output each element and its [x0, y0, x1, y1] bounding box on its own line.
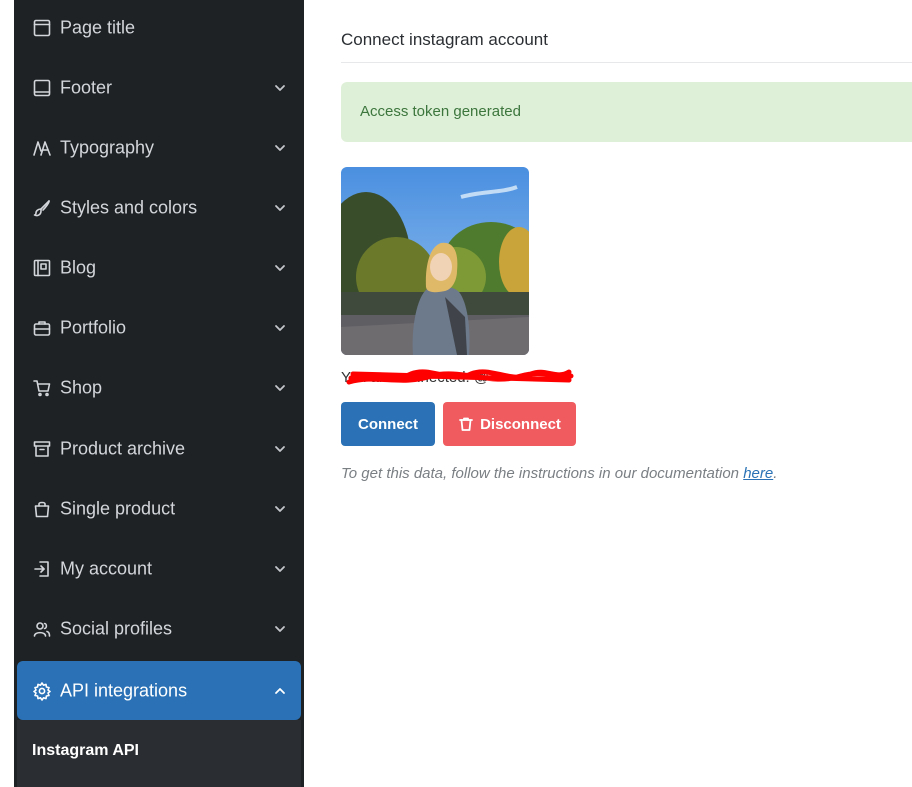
- instagram-profile-photo: [341, 167, 529, 355]
- sidebar-item-label: Product archive: [60, 438, 186, 459]
- sidebar-item-typography[interactable]: Typography: [17, 120, 301, 176]
- sidebar-item-label: Blog: [60, 257, 97, 278]
- sidebar-subitem-instagram-api[interactable]: Instagram API: [32, 742, 139, 760]
- main-content: Connect instagram account Access token g…: [341, 0, 912, 787]
- users-icon: [32, 619, 52, 639]
- chevron-up-icon: [273, 684, 287, 698]
- archive-icon: [32, 439, 52, 459]
- chevron-down-icon: [273, 442, 287, 456]
- chevron-down-icon: [273, 381, 287, 395]
- chevron-down-icon: [273, 261, 287, 275]
- chevron-down-icon: [273, 201, 287, 215]
- api-integrations-submenu: Instagram API: [17, 720, 301, 787]
- help-text-body: To get this data, follow the instruction…: [341, 465, 744, 482]
- sidebar-item-label: API integrations: [60, 680, 188, 700]
- sidebar-item-blog[interactable]: Blog: [17, 240, 301, 296]
- briefcase-icon: [32, 318, 52, 338]
- sidebar-item-label: Shop: [60, 377, 103, 398]
- chevron-down-icon: [273, 321, 287, 335]
- sidebar-item-label: Typography: [60, 137, 155, 158]
- sidebar-item-shop[interactable]: Shop: [17, 360, 301, 416]
- success-alert: Access token generated: [341, 82, 912, 142]
- chevron-down-icon: [273, 502, 287, 516]
- blog-icon: [32, 258, 52, 278]
- sidebar-item-label: Social profiles: [60, 618, 173, 639]
- connect-button[interactable]: Connect: [341, 402, 435, 446]
- chevron-down-icon: [273, 141, 287, 155]
- sidebar-item-label: My account: [60, 558, 153, 579]
- sidebar-item-label: Page title: [60, 17, 136, 38]
- sidebar-item-my-account[interactable]: My account: [17, 541, 301, 597]
- brush-icon: [32, 198, 52, 218]
- sidebar-item-label: Footer: [60, 77, 113, 98]
- disconnect-button[interactable]: Disconnect: [443, 402, 576, 446]
- sidebar: Page title Footer Typography Styles and …: [14, 0, 304, 787]
- cart-icon: [32, 378, 52, 398]
- sidebar-item-styles-and-colors[interactable]: Styles and colors: [17, 180, 301, 236]
- sidebar-item-page-title[interactable]: Page title: [17, 0, 301, 56]
- sidebar-item-portfolio[interactable]: Portfolio: [17, 300, 301, 356]
- sidebar-item-social-profiles[interactable]: Social profiles: [17, 601, 301, 657]
- sidebar-item-label: Portfolio: [60, 317, 127, 338]
- documentation-link[interactable]: here: [743, 465, 773, 482]
- connected-username: You are connected: @: [341, 369, 490, 386]
- disconnect-button-label: Disconnect: [480, 415, 561, 433]
- footer-icon: [32, 78, 52, 98]
- page-icon: [32, 18, 52, 38]
- help-text: To get this data, follow the instruction…: [341, 465, 777, 482]
- login-icon: [32, 559, 52, 579]
- sidebar-item-product-archive[interactable]: Product archive: [17, 421, 301, 477]
- sidebar-item-label: Styles and colors: [60, 197, 198, 218]
- typography-icon: [32, 138, 52, 158]
- sidebar-item-label: Single product: [60, 498, 176, 519]
- bag-icon: [32, 499, 52, 519]
- chevron-down-icon: [273, 562, 287, 576]
- sidebar-item-footer[interactable]: Footer: [17, 60, 301, 116]
- chevron-down-icon: [273, 81, 287, 95]
- sidebar-item-single-product[interactable]: Single product: [17, 481, 301, 537]
- gear-icon: [32, 681, 52, 701]
- help-text-end: .: [773, 465, 778, 482]
- sidebar-item-api-integrations[interactable]: API integrations: [17, 661, 301, 720]
- page-title: Connect instagram account: [341, 30, 548, 49]
- trash-icon: [458, 416, 474, 432]
- chevron-down-icon: [273, 622, 287, 636]
- divider: [341, 62, 912, 63]
